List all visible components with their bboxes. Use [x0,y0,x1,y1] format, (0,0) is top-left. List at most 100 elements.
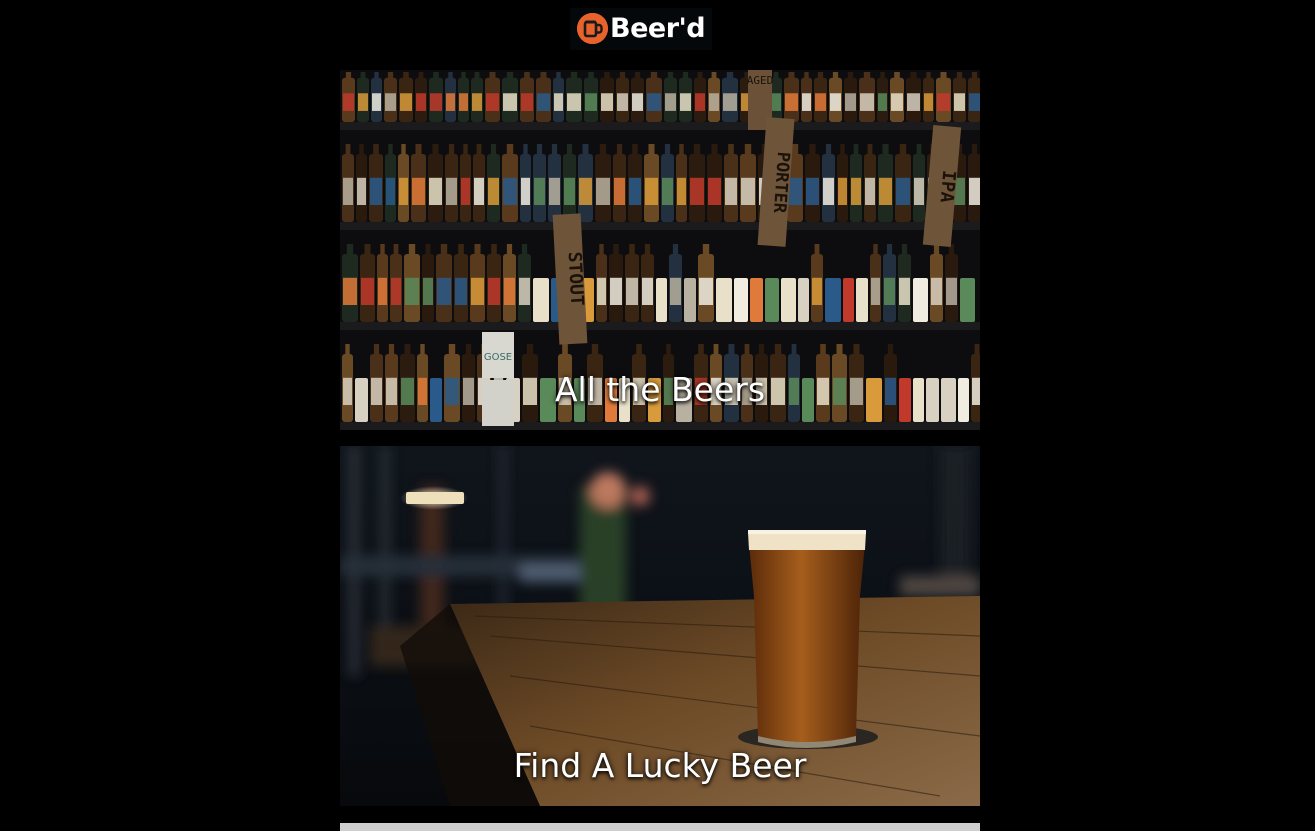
beer-can [913,278,928,322]
beer-bottle [616,72,629,122]
beer-bottle [548,144,561,222]
beer-bottle [895,144,911,222]
beer-can [960,278,975,322]
beer-bottle [487,144,500,222]
beer-bottle [404,244,420,322]
beer-bottle [600,72,614,122]
beer-bottle [415,72,427,122]
beer-bottle [428,144,443,222]
svg-text:STOUT: STOUT [564,251,588,306]
beer-can [856,278,868,322]
beer-bottle [357,72,369,122]
beer-bottle [631,72,644,122]
beer-bottle [502,72,518,122]
beer-bottle [596,244,607,322]
beer-bottle [953,72,966,122]
beer-bottle [661,144,674,222]
beer-bottle [502,144,518,222]
beer-bottle [436,244,452,322]
beer-bottle [533,144,546,222]
beer-bottle [578,144,593,222]
beer-bottle [625,244,639,322]
beer-bottle [814,72,827,122]
beer-bottle [429,72,443,122]
beer-bottle [563,144,576,222]
beer-bottle [613,144,626,222]
beer-bottle [384,72,397,122]
logo-link[interactable]: Beer'd [570,8,712,50]
beer-bottle [968,72,980,122]
beer-bottle [859,72,875,122]
beer-bottle [930,244,943,322]
beer-bottle [850,144,862,222]
beer-bottle [503,244,516,322]
beer-bottle [566,72,582,122]
beer-bottle [360,244,375,322]
beer-bottle [708,72,720,122]
beer-bottle [342,144,354,222]
beer-bottle [473,144,485,222]
beer-can [750,278,763,322]
beer-bottle [342,244,358,322]
svg-text:GOSE: GOSE [484,352,512,363]
lucky-beer-card[interactable]: Find A Lucky Beer [340,446,980,806]
beer-bottle [829,72,842,122]
beer-can [798,278,809,322]
beer-can [843,278,854,322]
beer-bottle [356,144,367,222]
beer-bottle [822,144,835,222]
beer-bottle [487,244,501,322]
beer-bottle [411,144,426,222]
beer-bottle [801,72,812,122]
beer-bottle [641,244,654,322]
beer-bottle [724,144,738,222]
beer-bottle [458,72,469,122]
next-card-edge[interactable] [340,823,980,831]
beer-bottle [890,72,904,122]
beer-bottle [923,72,934,122]
beer-bottle [805,144,820,222]
beer-bottle [689,144,705,222]
beer-bottle [968,144,980,222]
beer-bottle [883,244,896,322]
beer-bottle [669,244,682,322]
beer-bottle [460,144,471,222]
beer-mug-icon [577,13,608,44]
beer-bottle [679,72,692,122]
beer-bottle [837,144,848,222]
beer-bottle [454,244,468,322]
beer-bottle [698,244,714,322]
beer-bottle [520,72,534,122]
beer-bottle [906,72,921,122]
beer-bottle [609,244,623,322]
svg-text:IPA: IPA [936,169,960,203]
page: Beer'd AGED PORTER IPA STOUT GOSE All th… [0,0,1315,831]
beer-can [765,278,779,322]
beer-bottle [390,244,402,322]
beer-bottle [945,244,958,322]
beer-can [781,278,796,322]
beer-bottle [877,72,888,122]
beer-bottle [864,144,876,222]
beer-can [533,278,549,322]
beer-bottle [664,72,677,122]
beer-bottle [369,144,383,222]
all-beers-card[interactable]: AGED PORTER IPA STOUT GOSE All the Beers [340,70,980,430]
logo-text: Beer'd [610,13,706,44]
beer-can [656,278,667,322]
beer-can [716,278,732,322]
beer-bottle [644,144,659,222]
card-title: Find A Lucky Beer [513,746,807,785]
beer-bottle [377,244,388,322]
beer-bottle [445,144,458,222]
beer-bottle [784,72,799,122]
beer-can [734,278,748,322]
beer-bottle [595,144,611,222]
beer-bottle [518,244,531,322]
beer-bottle [913,144,925,222]
beer-bottle [898,244,911,322]
beer-bottle [878,144,893,222]
beer-bottle [740,144,756,222]
beer-bottle [870,244,881,322]
beer-bottle [471,72,483,122]
